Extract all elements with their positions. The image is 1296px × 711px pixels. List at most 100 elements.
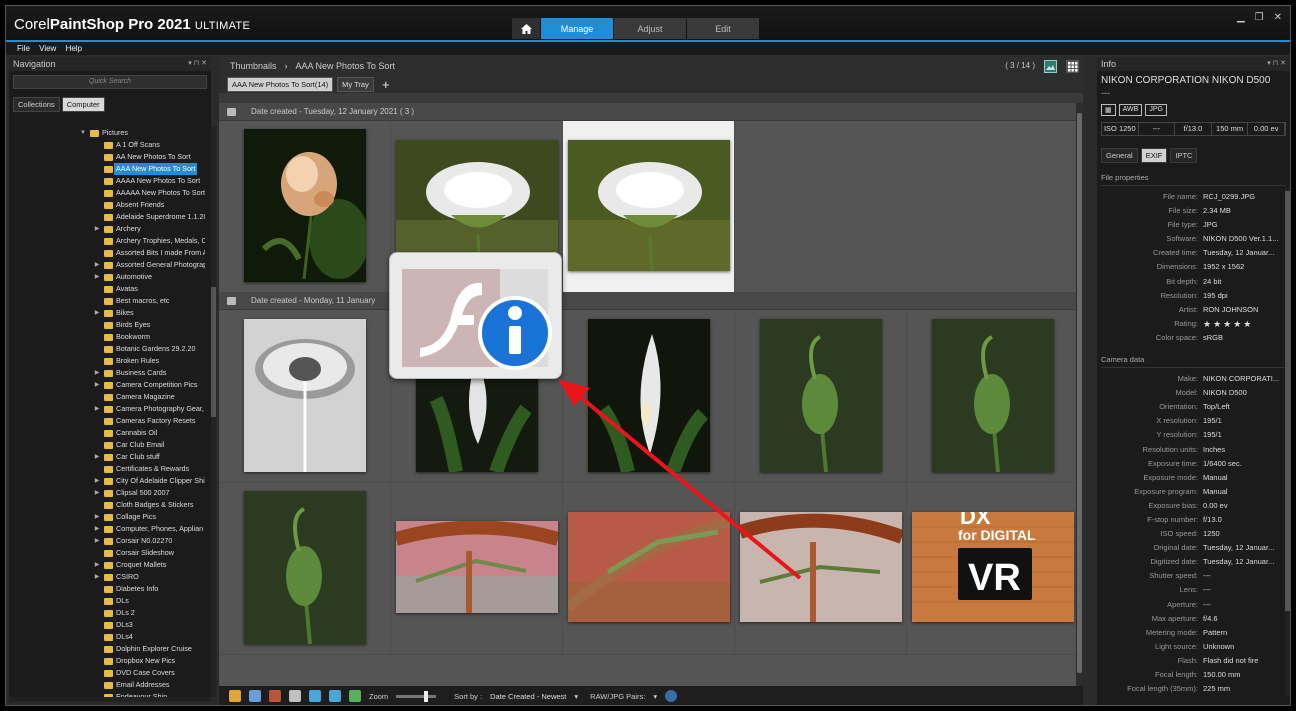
expand-icon[interactable]: ▶ [93,571,101,583]
rotate-right-icon[interactable] [329,690,341,702]
expand-icon[interactable]: ▶ [93,559,101,571]
rating-stars[interactable]: ★★★★★ [1203,317,1283,331]
navigation-scrollbar[interactable] [211,127,216,697]
expand-icon[interactable]: ▶ [93,367,101,379]
tab-edit[interactable]: Edit [687,18,759,39]
tray-current-folder[interactable]: AAA New Photos To Sort(14) [227,76,334,92]
thumbnail-cell[interactable]: DX for DIGITAL VR [907,483,1076,655]
tree-item[interactable]: DLs 2 [9,607,205,619]
tree-item[interactable]: AAA New Photos To Sort [9,163,205,175]
tree-item[interactable]: Diabetes Info [9,583,205,595]
tree-item[interactable]: DLs [9,595,205,607]
expand-icon[interactable]: ▶ [93,379,101,391]
tab-iptc[interactable]: IPTC [1170,148,1198,163]
tree-item[interactable]: ▶ Business Cards [9,367,205,379]
tab-exif[interactable]: EXIF [1140,148,1168,163]
breadcrumb-root[interactable]: Thumbnails [230,61,277,71]
tree-item[interactable]: Dolphin Explorer Cruise [9,643,205,655]
expand-icon[interactable]: ▶ [93,451,101,463]
preview-view-icon[interactable] [1044,60,1057,73]
group-collapse-icon[interactable] [227,297,236,305]
expand-icon[interactable]: ▶ [93,223,101,235]
tree-item[interactable]: ▶ Assorted General Photograp [9,259,205,271]
quick-search-input[interactable]: Quick Search [13,75,207,89]
tree-item[interactable]: AA New Photos To Sort [9,151,205,163]
tree-item[interactable]: ▶ Collage Pics [9,511,205,523]
edit-brush-icon[interactable] [269,690,281,702]
info-icon[interactable] [665,690,678,702]
expand-icon[interactable]: ▼ [79,127,87,139]
thumbnail-grid-icon[interactable] [1066,60,1079,73]
tab-collections[interactable]: Collections [13,97,60,112]
tree-item[interactable]: Certificates & Rewards [9,463,205,475]
tree-item[interactable]: ▶ Bikes [9,307,205,319]
tree-item[interactable]: ▶ Car Club stuff [9,451,205,463]
expand-icon[interactable]: ▶ [93,511,101,523]
rotate-left-icon[interactable] [309,690,321,702]
sort-chevron-icon[interactable]: ▾ [574,692,578,701]
tree-item[interactable]: ▶ Corsair N0.02270 [9,535,205,547]
expand-icon[interactable]: ▶ [93,475,101,487]
panel-options-icon[interactable]: ▾ ⊓ ✕ [1267,57,1286,71]
tree-item[interactable]: Corsair Slideshow [9,547,205,559]
tree-item[interactable]: Bookworm [9,331,205,343]
tree-item[interactable]: Cloth Badges & Stickers [9,499,205,511]
sort-dropdown[interactable]: Date Created - Newest [490,692,566,701]
tree-item[interactable]: Botanic Gardens 29.2.20 [9,343,205,355]
thumbnail-cell[interactable] [391,483,563,655]
thumbnail-cell[interactable] [735,311,907,483]
tree-item[interactable]: Archery Trophies, Medals, C [9,235,205,247]
print-icon[interactable] [289,690,301,702]
tree-item[interactable]: ▶ Archery [9,223,205,235]
tree-item[interactable]: Birds Eyes [9,319,205,331]
tree-item[interactable]: Absent Friends [9,199,205,211]
tree-item[interactable]: AAAAA New Photos To Sort [9,187,205,199]
tree-item[interactable]: Avatas [9,283,205,295]
expand-icon[interactable]: ▶ [93,535,101,547]
info-scrollbar[interactable] [1285,187,1290,697]
thumbnail-cell[interactable] [563,311,735,483]
thumbnail-cell-selected[interactable] [563,121,735,293]
tree-item[interactable]: Assorted Bits I made From A [9,247,205,259]
tree-item[interactable]: A 1 Off Scans [9,139,205,151]
expand-icon[interactable]: ▶ [93,487,101,499]
raw-jpg-pairs-dropdown[interactable]: RAW/JPG Pairs: [590,692,645,701]
minimize-icon[interactable]: ▁ [1237,12,1245,23]
expand-icon[interactable]: ▶ [93,271,101,283]
expand-icon[interactable]: ▶ [93,259,101,271]
home-tab[interactable] [512,18,540,39]
menu-help[interactable]: Help [66,42,82,55]
breadcrumb-current[interactable]: AAA New Photos To Sort [296,61,395,71]
tree-item[interactable]: Email Addresses [9,679,205,691]
raw-chevron-icon[interactable]: ▾ [653,692,657,701]
tab-adjust[interactable]: Adjust [614,18,686,39]
tab-manage[interactable]: Manage [541,18,613,39]
expand-icon[interactable]: ▶ [93,403,101,415]
menu-file[interactable]: File [17,42,30,55]
tree-item[interactable]: ▶ City Of Adelaide Clipper Shi [9,475,205,487]
tree-item[interactable]: ▶ Croquet Mallets [9,559,205,571]
tree-item[interactable]: DLs3 [9,619,205,631]
details-view-icon[interactable] [249,690,261,702]
tree-item[interactable]: ▶ Automotive [9,271,205,283]
group-header-jan11[interactable]: Date created - Monday, 11 January [219,292,1076,310]
thumbnail-view-icon[interactable] [229,690,241,702]
tree-item[interactable]: ▶ Clipsal 500 2007 [9,487,205,499]
tree-item[interactable]: ▶ Camera Competition Pics [9,379,205,391]
group-header-jan12[interactable]: Date created - Tuesday, 12 January 2021 … [219,103,1076,121]
tree-item[interactable]: ▶ Camera Photography Gear, [9,403,205,415]
tree-item[interactable]: Cameras Factory Resets [9,415,205,427]
close-icon[interactable]: ✕ [1274,12,1282,23]
expand-icon[interactable]: ▶ [93,523,101,535]
thumbnail-cell[interactable] [735,483,907,655]
tree-item[interactable]: AAAA New Photos To Sort [9,175,205,187]
tab-general[interactable]: General [1101,148,1138,163]
expand-icon[interactable]: ▶ [93,307,101,319]
thumbnail-cell[interactable] [219,483,391,655]
tree-item[interactable]: DVD Case Covers [9,667,205,679]
tree-item[interactable]: Car Club Email [9,439,205,451]
group-collapse-icon[interactable] [227,108,236,116]
recycle-icon[interactable] [349,690,361,702]
tree-item[interactable]: Dropbox New Pics [9,655,205,667]
tree-item[interactable]: Broken Rules [9,355,205,367]
